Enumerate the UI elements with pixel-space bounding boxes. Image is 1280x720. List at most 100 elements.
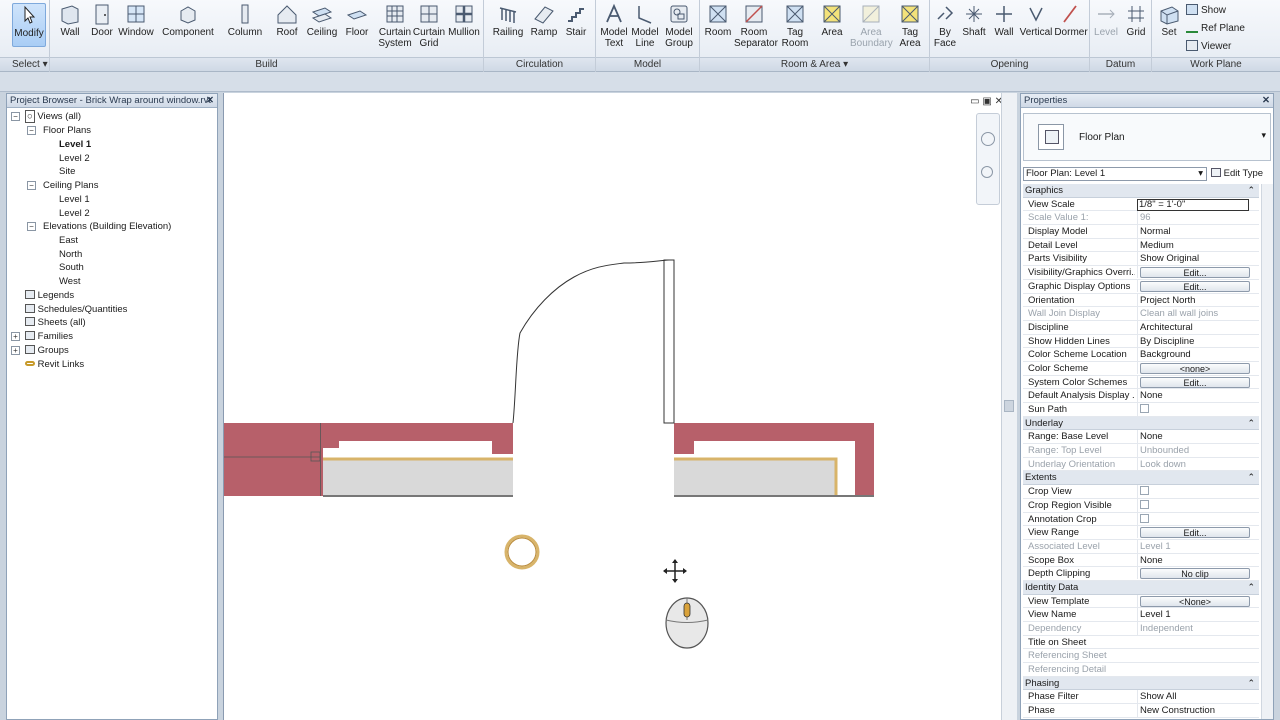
level-button[interactable]: Level xyxy=(1092,3,1120,38)
tree-elevations[interactable]: Elevations (Building Elevation) xyxy=(43,220,171,233)
grid-button[interactable]: Grid xyxy=(1122,3,1150,38)
collapse-toggle[interactable]: − xyxy=(11,112,20,121)
prop-value[interactable]: Show Original xyxy=(1137,252,1255,267)
prop-row[interactable]: View Name Level 1 xyxy=(1023,608,1259,623)
canvas-scrollbar[interactable] xyxy=(1001,93,1017,720)
steering-wheel-icon[interactable] xyxy=(981,132,995,146)
prop-row[interactable]: Crop View xyxy=(1023,485,1259,499)
dormer-button[interactable]: Dormer xyxy=(1054,3,1088,38)
tree-elev-south[interactable]: South xyxy=(59,261,84,274)
prop-row[interactable]: Sun Path xyxy=(1023,403,1259,417)
prop-row[interactable]: Default Analysis Display ... None xyxy=(1023,389,1259,404)
prop-value[interactable]: Level 1 xyxy=(1137,608,1255,623)
tree-ceiling-level2[interactable]: Level 2 xyxy=(59,207,90,220)
prop-row[interactable]: Show Hidden Lines By Discipline xyxy=(1023,334,1259,349)
type-selector[interactable]: Floor Plan ▾ xyxy=(1023,113,1271,161)
prop-value[interactable]: Background xyxy=(1137,348,1255,362)
shaft-button[interactable]: Shaft xyxy=(960,3,988,38)
view-range-edit-button[interactable]: Edit... xyxy=(1140,527,1250,539)
prop-row[interactable]: Graphic Display Options Edit... xyxy=(1023,279,1259,294)
expand-toggle[interactable]: + xyxy=(11,346,20,355)
prop-row[interactable]: Crop Region Visible xyxy=(1023,498,1259,513)
window-button[interactable]: Window xyxy=(118,3,154,38)
room-button[interactable]: Room xyxy=(702,3,734,38)
annotation-crop-checkbox[interactable] xyxy=(1140,513,1149,523)
collapse-toggle[interactable]: − xyxy=(27,222,36,231)
prop-value[interactable]: None xyxy=(1137,430,1255,445)
wall-button[interactable]: Wall xyxy=(56,3,84,38)
area-boundary-button[interactable]: Area Boundary xyxy=(850,3,893,49)
tree-floor-level2[interactable]: Level 2 xyxy=(59,152,90,165)
tag-area-button[interactable]: Tag Area xyxy=(894,3,926,49)
prop-value[interactable]: New Construction xyxy=(1137,704,1255,718)
model-line-button[interactable]: Model Line xyxy=(630,3,660,49)
select-dropdown[interactable]: Select ▾ xyxy=(0,57,49,71)
section-phasing[interactable]: Phasing ⌃ xyxy=(1023,676,1259,691)
crop-view-checkbox[interactable] xyxy=(1140,486,1149,496)
door-button[interactable]: Door xyxy=(88,3,116,38)
prop-row[interactable]: Range: Base Level None xyxy=(1023,430,1259,445)
prop-row[interactable]: View Range Edit... xyxy=(1023,526,1259,540)
tree-floor-site[interactable]: Site xyxy=(59,165,75,178)
close-icon[interactable]: ✕ xyxy=(1262,94,1270,108)
view-scale-input[interactable]: 1/8" = 1'-0" xyxy=(1137,198,1249,211)
ceiling-button[interactable]: Ceiling xyxy=(306,3,338,38)
navigation-bar[interactable] xyxy=(976,113,1000,205)
prop-value[interactable]: Medium xyxy=(1137,238,1255,253)
prop-value[interactable]: None xyxy=(1137,553,1255,568)
tree-floor-plans[interactable]: Floor Plans xyxy=(43,124,91,137)
opening-wall-button[interactable]: Wall xyxy=(990,3,1018,38)
model-group-button[interactable]: Model Group xyxy=(662,3,696,49)
prop-row[interactable]: Phase Filter Show All xyxy=(1023,690,1259,705)
tree-elev-north[interactable]: North xyxy=(59,248,82,261)
prop-value[interactable]: Project North xyxy=(1137,293,1255,308)
prop-row[interactable]: View Scale 1/8" = 1'-0" xyxy=(1023,198,1259,212)
prop-row[interactable]: Color Scheme Location Background xyxy=(1023,348,1259,362)
prop-row[interactable]: Display Model Normal xyxy=(1023,225,1259,239)
expand-toggle[interactable]: + xyxy=(11,332,20,341)
tree-ceiling-plans[interactable]: Ceiling Plans xyxy=(43,179,98,192)
tree-schedules[interactable]: Schedules/Quantities xyxy=(25,303,127,316)
room-area-dropdown[interactable]: Room & Area ▾ xyxy=(700,57,929,71)
by-face-button[interactable]: By Face xyxy=(932,3,958,49)
ref-plane-button[interactable]: Ref Plane xyxy=(1186,22,1245,36)
tree-elev-west[interactable]: West xyxy=(59,275,80,288)
prop-row[interactable]: Title on Sheet xyxy=(1023,636,1259,650)
viewer-button[interactable]: Viewer xyxy=(1186,40,1231,54)
tree-families[interactable]: Families xyxy=(25,330,73,343)
curtain-grid-button[interactable]: Curtain Grid xyxy=(412,3,446,49)
curtain-system-button[interactable]: Curtain System xyxy=(376,3,414,49)
drawing-canvas[interactable]: ▭ ▣ ✕ xyxy=(223,93,1017,720)
prop-row[interactable]: Parts Visibility Show Original xyxy=(1023,252,1259,267)
prop-row[interactable]: Scope Box None xyxy=(1023,553,1259,568)
ramp-button[interactable]: Ramp xyxy=(530,3,558,38)
view-template-button[interactable]: <None> xyxy=(1140,595,1250,607)
prop-row[interactable]: System Color Schemes Edit... xyxy=(1023,375,1259,390)
depth-clipping-button[interactable]: No clip xyxy=(1140,568,1250,580)
vertical-button[interactable]: Vertical xyxy=(1018,3,1054,38)
tree-groups[interactable]: Groups xyxy=(25,344,69,357)
prop-row[interactable]: Depth Clipping No clip xyxy=(1023,567,1259,581)
section-identity-data[interactable]: Identity Data ⌃ xyxy=(1023,580,1259,595)
prop-row[interactable]: Color Scheme <none> xyxy=(1023,361,1259,376)
component-button[interactable]: Component xyxy=(162,3,214,38)
edit-type-button[interactable]: Edit Type xyxy=(1211,167,1263,181)
prop-row[interactable]: View Template <None> xyxy=(1023,594,1259,609)
color-scheme-button[interactable]: <none> xyxy=(1140,362,1250,374)
modify-button[interactable]: Modify xyxy=(12,3,46,47)
collapse-toggle[interactable]: − xyxy=(27,181,36,190)
tree-legends[interactable]: Legends xyxy=(25,289,74,302)
prop-value[interactable]: By Discipline xyxy=(1137,334,1255,349)
prop-row[interactable]: Visibility/Graphics Overri... Edit... xyxy=(1023,266,1259,280)
tag-room-button[interactable]: Tag Room xyxy=(778,3,812,49)
section-extents[interactable]: Extents ⌃ xyxy=(1023,471,1259,486)
room-separator-button[interactable]: Room Separator xyxy=(734,3,778,49)
prop-value[interactable]: Architectural xyxy=(1137,320,1255,335)
floor-button[interactable]: Floor xyxy=(342,3,372,38)
close-icon[interactable]: ✕ xyxy=(206,94,214,108)
properties-scrollbar[interactable] xyxy=(1261,184,1273,719)
railing-button[interactable]: Railing xyxy=(490,3,526,38)
prop-row[interactable]: Discipline Architectural xyxy=(1023,320,1259,335)
tree-sheets[interactable]: Sheets (all) xyxy=(25,316,86,329)
tree-floor-level1[interactable]: Level 1 xyxy=(59,138,91,151)
